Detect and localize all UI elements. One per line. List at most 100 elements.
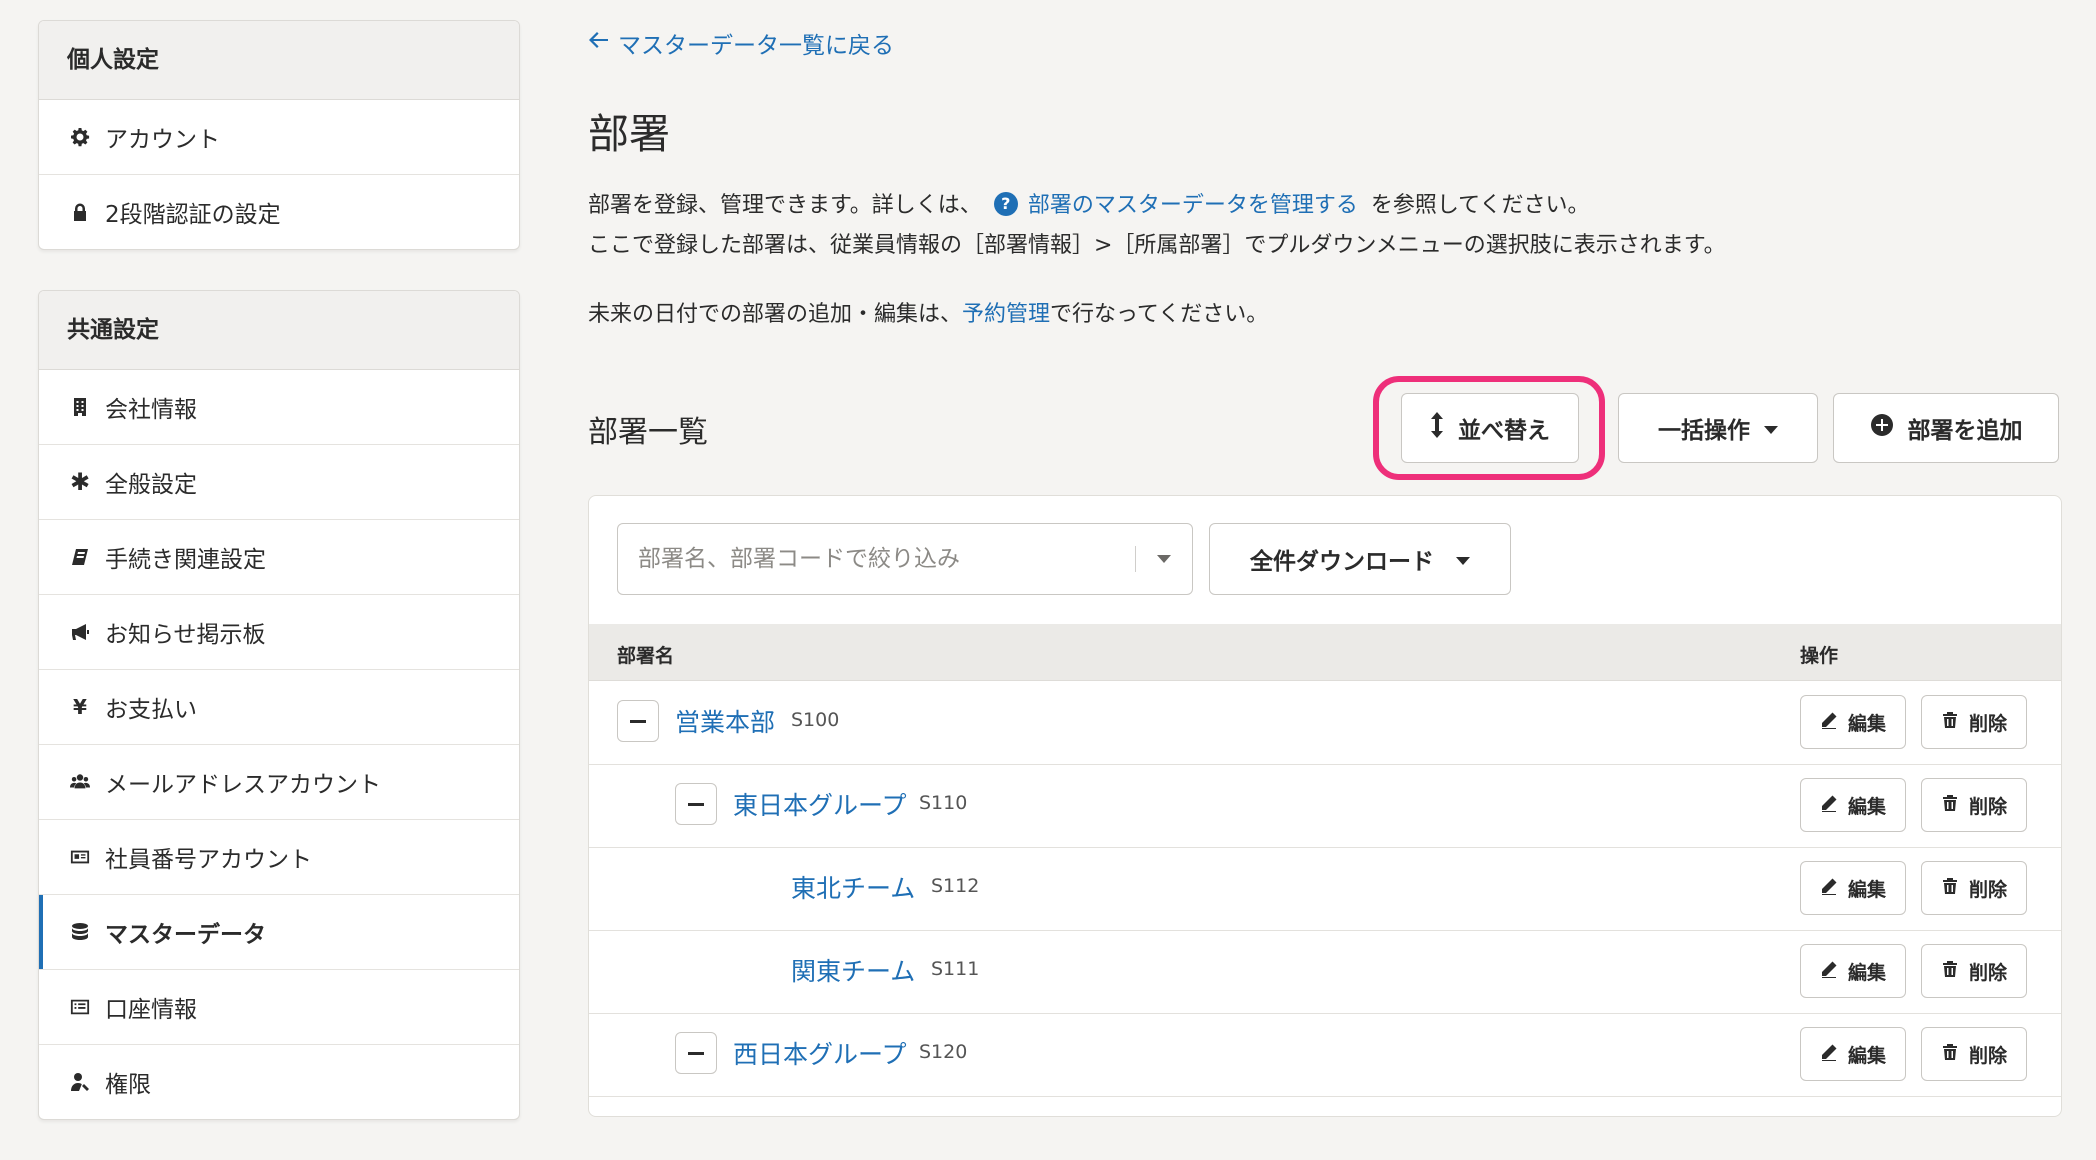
database-icon xyxy=(67,922,93,942)
department-name-link[interactable]: 営業本部 xyxy=(675,703,775,739)
sidebar-item-label: 会社情報 xyxy=(105,397,197,423)
delete-label: 削除 xyxy=(1968,712,2007,735)
table-row: 東日本グループ S110 編集 削除 xyxy=(589,764,2061,848)
edit-button[interactable]: 編集 xyxy=(1800,778,1906,832)
trash-icon xyxy=(1941,711,1959,734)
sidebar-item-procedures[interactable]: 手続き関連設定 xyxy=(39,520,519,595)
sidebar-item-label: 社員番号アカウント xyxy=(105,847,312,873)
trash-icon xyxy=(1941,877,1959,900)
table-row: 関東チーム S111 編集 削除 xyxy=(589,930,2061,1014)
table-row: 東北チーム S112 編集 削除 xyxy=(589,847,2061,931)
reservation-management-link[interactable]: 予約管理 xyxy=(962,302,1050,327)
department-code: S112 xyxy=(931,875,980,897)
vertical-arrows-icon xyxy=(1430,412,1444,444)
caret-down-icon xyxy=(1456,546,1470,572)
filter-input[interactable] xyxy=(636,545,1135,573)
sidebar-item-label: 口座情報 xyxy=(105,997,197,1023)
sidebar-item-bank-account[interactable]: 口座情報 xyxy=(39,970,519,1045)
caret-down-icon[interactable] xyxy=(1136,554,1192,564)
question-circle-icon: ? xyxy=(993,192,1018,216)
sidebar-item-notice-board[interactable]: お知らせ掲示板 xyxy=(39,595,519,670)
edit-button[interactable]: 編集 xyxy=(1800,944,1906,998)
edit-button[interactable]: 編集 xyxy=(1800,695,1906,749)
description-text: で行なってください。 xyxy=(1050,302,1269,327)
sidebar-item-account[interactable]: アカウント xyxy=(39,100,519,175)
department-name-link[interactable]: 東北チーム xyxy=(791,869,915,905)
sort-button-label: 並べ替え xyxy=(1458,418,1550,444)
gear-icon xyxy=(67,127,93,147)
sidebar-item-label: お知らせ掲示板 xyxy=(105,622,266,648)
edit-label: 編集 xyxy=(1847,795,1886,818)
delete-button[interactable]: 削除 xyxy=(1921,861,2027,915)
sidebar-item-label: お支払い xyxy=(105,697,197,723)
table-row: 営業本部 S100 編集 削除 xyxy=(589,681,2061,765)
pencil-icon xyxy=(1820,877,1838,900)
delete-button[interactable]: 削除 xyxy=(1921,1027,2027,1081)
users-icon xyxy=(67,772,93,792)
list-icon xyxy=(67,997,93,1017)
sidebar-item-label: 手続き関連設定 xyxy=(105,547,266,573)
sidebar: 個人設定 アカウント 2段階認証の設定 共通設定 会社情報 ✱ 全般設定 手続き… xyxy=(38,20,520,1160)
download-all-button[interactable]: 全件ダウンロード xyxy=(1209,523,1511,595)
delete-button[interactable]: 削除 xyxy=(1921,778,2027,832)
sort-button[interactable]: 並べ替え xyxy=(1401,393,1579,463)
user-key-icon xyxy=(67,1072,93,1092)
bulk-operation-button[interactable]: 一括操作 xyxy=(1618,393,1818,463)
panel-heading: 個人設定 xyxy=(39,21,519,100)
sidebar-item-company[interactable]: 会社情報 xyxy=(39,370,519,445)
delete-label: 削除 xyxy=(1968,1044,2007,1067)
sidebar-item-label: 権限 xyxy=(105,1072,151,1098)
delete-label: 削除 xyxy=(1968,878,2007,901)
trash-icon xyxy=(1941,1043,1959,1066)
plus-circle-icon xyxy=(1870,413,1894,443)
personal-settings-panel: 個人設定 アカウント 2段階認証の設定 xyxy=(38,20,520,250)
sidebar-item-employee-number-accounts[interactable]: 社員番号アカウント xyxy=(39,820,519,895)
arrow-left-icon xyxy=(588,30,610,56)
id-card-icon xyxy=(67,847,93,867)
description-text: 未来の日付での部署の追加・編集は、 xyxy=(588,302,963,327)
sidebar-item-two-factor[interactable]: 2段階認証の設定 xyxy=(39,175,519,249)
yen-icon: ¥ xyxy=(73,695,87,719)
delete-button[interactable]: 削除 xyxy=(1921,944,2027,998)
collapse-toggle-minus-icon[interactable] xyxy=(617,700,659,742)
department-filter[interactable] xyxy=(617,523,1193,595)
sidebar-item-master-data[interactable]: マスターデータ xyxy=(39,895,519,970)
department-code: S120 xyxy=(919,1041,968,1063)
department-list-card: 全件ダウンロード 部署名 操作 営業本部 S100 編集 削除 xyxy=(588,495,2062,1117)
sidebar-item-email-accounts[interactable]: メールアドレスアカウント xyxy=(39,745,519,820)
collapse-toggle-minus-icon[interactable] xyxy=(675,783,717,825)
sidebar-item-payment[interactable]: ¥ お支払い xyxy=(39,670,519,745)
department-name-link[interactable]: 東日本グループ xyxy=(733,786,907,822)
edit-button[interactable]: 編集 xyxy=(1800,861,1906,915)
department-code: S111 xyxy=(931,958,980,980)
megaphone-icon xyxy=(67,622,93,642)
delete-label: 削除 xyxy=(1968,795,2007,818)
add-department-button[interactable]: 部署を追加 xyxy=(1833,393,2059,463)
sidebar-item-label: マスターデータ xyxy=(105,922,266,948)
page-title: 部署 xyxy=(588,110,670,158)
pencil-icon xyxy=(1820,794,1838,817)
description-text: 部署を登録、管理できます。詳しくは、 xyxy=(588,193,982,218)
department-name-link[interactable]: 西日本グループ xyxy=(733,1035,907,1071)
edit-label: 編集 xyxy=(1847,1044,1886,1067)
sidebar-item-general[interactable]: ✱ 全般設定 xyxy=(39,445,519,520)
sidebar-item-label: 2段階認証の設定 xyxy=(105,202,281,228)
delete-label: 削除 xyxy=(1968,961,2007,984)
description-text: を参照してください。 xyxy=(1370,193,1590,218)
help-article-link[interactable]: 部署のマスターデータを管理する xyxy=(1028,193,1358,218)
caret-down-icon xyxy=(1764,415,1778,441)
column-header-actions: 操作 xyxy=(1800,645,1839,667)
back-link[interactable]: マスターデータ一覧に戻る xyxy=(588,26,894,60)
delete-button[interactable]: 削除 xyxy=(1921,695,2027,749)
department-name-link[interactable]: 関東チーム xyxy=(791,952,915,988)
common-settings-panel: 共通設定 会社情報 ✱ 全般設定 手続き関連設定 お知らせ掲示板 ¥ お支払い xyxy=(38,290,520,1120)
bulk-operation-label: 一括操作 xyxy=(1658,418,1750,444)
edit-label: 編集 xyxy=(1847,961,1886,984)
description-line-1: 部署を登録、管理できます。詳しくは、? 部署のマスターデータを管理する を参照して… xyxy=(588,186,1590,226)
edit-button[interactable]: 編集 xyxy=(1800,1027,1906,1081)
section-title: 部署一覧 xyxy=(588,415,708,450)
sidebar-item-permissions[interactable]: 権限 xyxy=(39,1045,519,1119)
sidebar-item-label: メールアドレスアカウント xyxy=(105,772,381,798)
trash-icon xyxy=(1941,960,1959,983)
collapse-toggle-minus-icon[interactable] xyxy=(675,1032,717,1074)
